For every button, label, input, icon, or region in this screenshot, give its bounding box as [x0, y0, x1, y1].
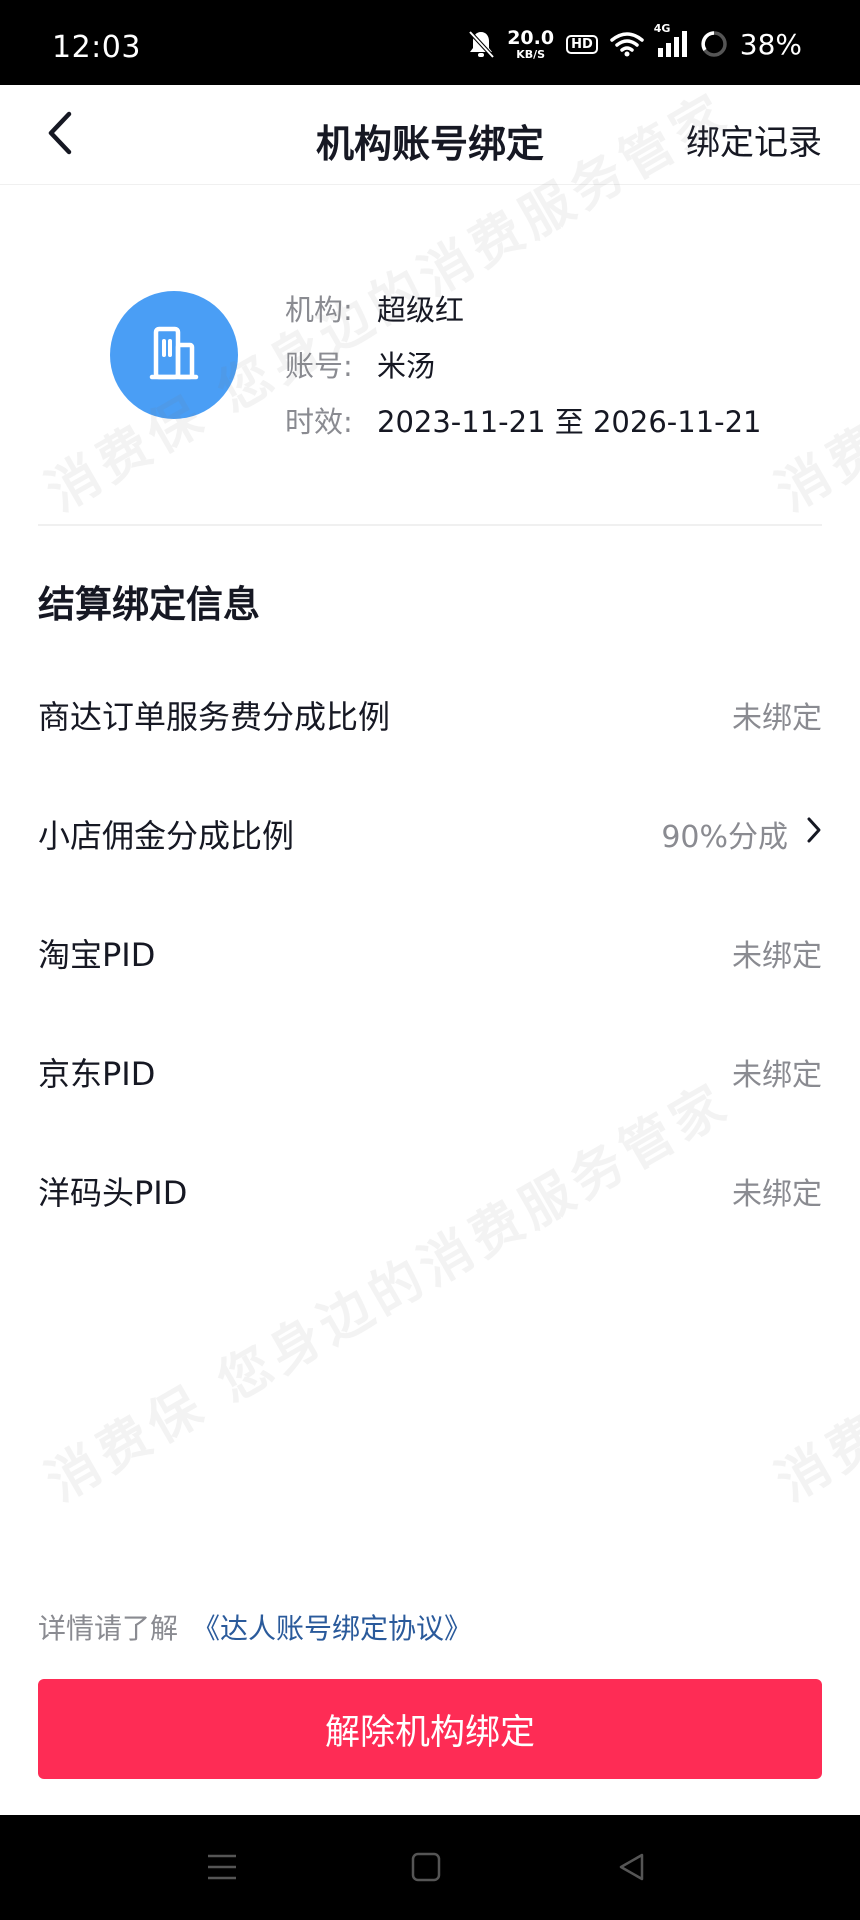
- menu-button[interactable]: [200, 1847, 244, 1891]
- list-item-taobao-pid[interactable]: 淘宝PID 未绑定: [38, 893, 822, 1012]
- triangle-back-icon: [616, 1851, 648, 1887]
- unbind-org-button[interactable]: 解除机构绑定: [38, 1679, 822, 1779]
- status-value: 未绑定: [732, 1057, 822, 1093]
- agreement-text: 详情请了解 《达人账号绑定协议》: [38, 1612, 473, 1645]
- battery-ring-icon: [700, 30, 728, 58]
- back-nav-button[interactable]: [610, 1847, 654, 1891]
- nav-header: 机构账号绑定 绑定记录: [0, 85, 860, 185]
- wifi-icon: [610, 31, 644, 57]
- status-value: 90%分成: [661, 812, 822, 856]
- system-nav-bar: [0, 1815, 860, 1920]
- home-button[interactable]: [404, 1847, 448, 1891]
- battery-percent: 38%: [739, 27, 802, 61]
- org-avatar: [110, 291, 238, 419]
- status-time: 12:03: [52, 30, 141, 65]
- org-info: 机构: 超级红 账号: 米汤 时效: 2023-11-21 至 2026-11-…: [285, 280, 762, 448]
- menu-icon: [205, 1852, 239, 1886]
- binding-records-link[interactable]: 绑定记录: [686, 115, 822, 164]
- org-row-institution: 机构: 超级红: [285, 293, 465, 327]
- building-icon: [142, 321, 206, 389]
- net-speed: 20.0 KB/S: [507, 26, 555, 61]
- agreement-link[interactable]: 《达人账号绑定协议》: [192, 1612, 472, 1645]
- status-value: 未绑定: [732, 700, 822, 736]
- settlement-section-title: 结算绑定信息: [38, 583, 260, 626]
- hd-badge: HD: [566, 34, 598, 54]
- status-value: 未绑定: [732, 938, 822, 974]
- list-item-service-fee-ratio[interactable]: 商达订单服务费分成比例 未绑定: [38, 655, 822, 774]
- square-icon: [410, 1851, 442, 1887]
- list-item-ymatou-pid[interactable]: 洋码头PID 未绑定: [38, 1131, 822, 1250]
- status-bar: 12:03 20.0 KB/S HD 4G 38%: [0, 0, 860, 85]
- settlement-list: 商达订单服务费分成比例 未绑定 小店佣金分成比例 90%分成 淘宝PID 未绑定…: [38, 655, 822, 1250]
- list-item-jd-pid[interactable]: 京东PID 未绑定: [38, 1012, 822, 1131]
- status-icons: 20.0 KB/S HD 4G 38%: [467, 22, 802, 64]
- org-row-account: 账号: 米汤: [285, 349, 436, 383]
- signal-icon: 4G: [654, 22, 688, 58]
- status-value: 未绑定: [732, 1176, 822, 1212]
- divider: [38, 524, 822, 526]
- chevron-right-icon: [806, 816, 822, 852]
- mute-bell-icon: [467, 29, 495, 59]
- list-item-shop-commission-ratio[interactable]: 小店佣金分成比例 90%分成: [38, 774, 822, 893]
- org-row-validity: 时效: 2023-11-21 至 2026-11-21: [285, 405, 762, 439]
